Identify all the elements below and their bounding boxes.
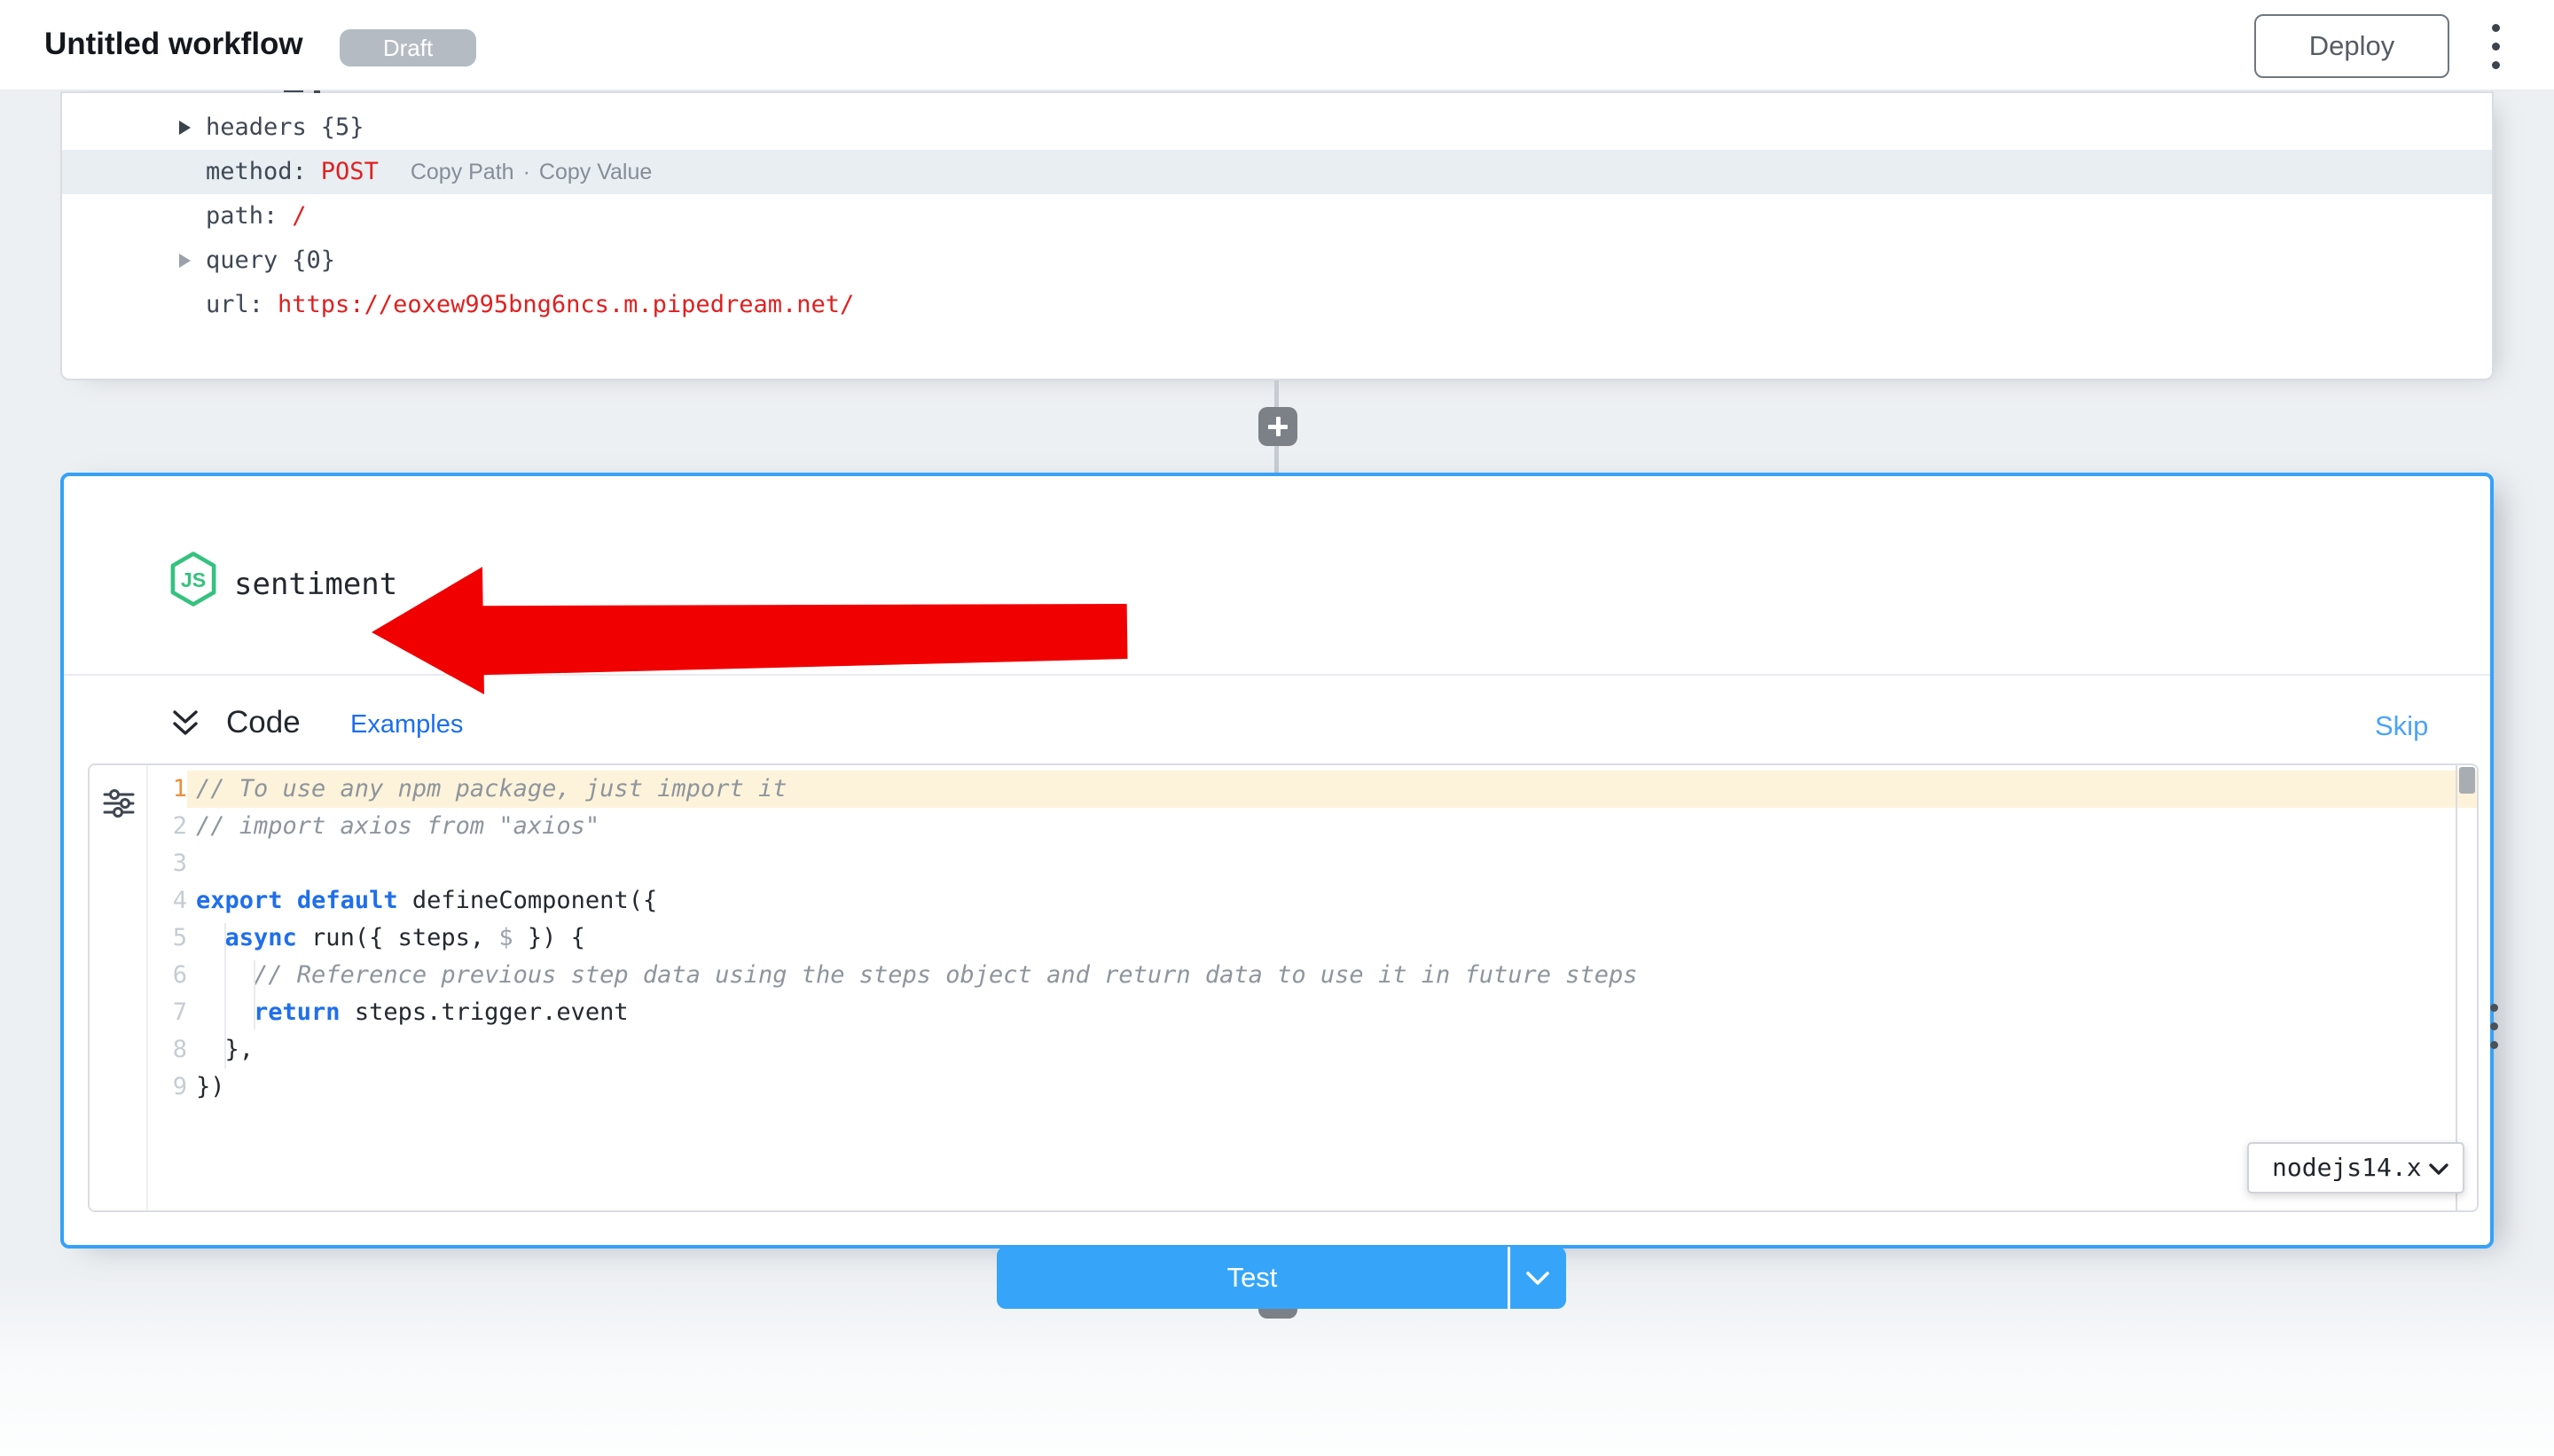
divider [1508,1247,1510,1309]
expand-arrow-icon[interactable] [179,254,191,268]
line-number: 5 [148,920,187,957]
runtime-select[interactable]: nodejs14.x [2247,1142,2464,1194]
code-text: export default defineComponent({ [187,882,2477,920]
scrollbar-thumb[interactable] [2459,767,2475,794]
copy-value-action[interactable]: Copy Value [539,160,652,184]
line-number: 1 [148,771,187,808]
event-tree-row[interactable]: path: / [62,194,2492,239]
event-children-count: {0} [292,247,335,274]
event-tree-row[interactable]: method: POST Copy Path · Copy Value [62,150,2492,194]
code-editor[interactable]: 1// To use any npm package, just import … [88,763,2479,1212]
indent-guide [254,960,255,1029]
code-line[interactable]: 6 // Reference previous step data using … [148,957,2477,994]
trigger-result-panel: headers {5} method: POST Copy Path · Copy Valu… [60,91,2494,380]
deploy-button[interactable]: Deploy [2254,14,2449,78]
code-line[interactable]: 2// import axios from "axios" [148,808,2477,845]
line-number: 2 [148,808,187,845]
event-children-count: {5} [321,114,364,141]
code-line[interactable]: 8 }, [148,1031,2477,1069]
test-options-chevron-icon[interactable] [1525,1271,1550,1287]
separator: · [523,160,530,184]
test-button[interactable]: Test [997,1247,1566,1309]
code-line[interactable]: 4export default defineComponent({ [148,882,2477,920]
event-key: method: [206,158,307,185]
divider [64,674,2490,676]
more-options-icon[interactable] [2480,23,2511,69]
code-line[interactable]: 7 return steps.trigger.event [148,994,2477,1031]
code-text: // To use any npm package, just import i… [187,771,2477,808]
step-title[interactable]: sentiment [234,567,397,602]
collapse-chevrons-icon[interactable] [168,707,202,740]
skip-link[interactable]: Skip [2375,710,2428,742]
code-line[interactable]: 9}) [148,1069,2477,1106]
event-key: query [206,247,278,274]
code-text: async run({ steps, $ }) { [187,920,2477,957]
nodejs-icon: JS [167,551,220,607]
event-tree-row[interactable]: query {0} [62,239,2492,283]
code-line[interactable]: 3 [148,845,2477,882]
event-key: headers [206,114,307,141]
copy-path-action[interactable]: Copy Path [411,160,514,184]
code-lines: 1// To use any npm package, just import … [148,771,2477,1106]
code-line[interactable]: 5 async run({ steps, $ }) { [148,920,2477,957]
chevron-down-icon [2429,1163,2448,1176]
line-number: 6 [148,957,187,994]
event-tree-row[interactable]: headers {5} [62,106,2492,150]
pipedream-workflow-editor: Untitled workflow Draft Deploy headers {5… [0,0,2554,1456]
code-section-label: Code [226,705,301,740]
line-number: 9 [148,1069,187,1106]
editor-settings-icon[interactable] [101,787,137,820]
event-value: POST [321,158,379,185]
examples-link[interactable]: Examples [350,710,463,740]
event-tree: headers {5} method: POST Copy Path · Copy Valu… [62,106,2492,327]
code-text: return steps.trigger.event [187,994,2477,1031]
event-value: https://eoxew995bng6ncs.m.pipedream.net/ [278,291,854,318]
copy-actions: Copy Path · Copy Value [411,160,652,184]
svg-text:JS: JS [181,568,206,591]
header-bar: Untitled workflow Draft Deploy [0,0,2554,90]
editor-gutter [90,765,148,1210]
event-key: url: [206,291,263,318]
code-text: }, [187,1031,2477,1069]
line-number: 8 [148,1031,187,1069]
code-line[interactable]: 1// To use any npm package, just import … [148,771,2477,808]
code-text: }) [187,1069,2477,1106]
event-tree-row[interactable]: url: https://eoxew995bng6ncs.m.pipedream.… [62,283,2492,327]
event-key: path: [206,202,278,230]
event-value: / [292,202,306,230]
step-card-sentiment: JS sentiment Code Examples Skip [60,473,2494,1249]
runtime-value: nodejs14.x [2272,1144,2422,1192]
indent-guide [224,923,226,1069]
add-step-button[interactable] [1258,407,1297,446]
step-options-icon[interactable] [2478,1003,2510,1049]
workflow-title: Untitled workflow [44,27,303,62]
line-number: 4 [148,882,187,920]
line-number: 7 [148,994,187,1031]
status-badge: Draft [340,29,476,67]
test-button-label[interactable]: Test [997,1247,1508,1309]
workflow-canvas: headers {5} method: POST Copy Path · Copy Valu… [0,90,2554,1456]
expand-arrow-icon[interactable] [179,121,191,135]
line-number: 3 [148,845,187,882]
code-text: // Reference previous step data using th… [187,957,2477,994]
code-text: // import axios from "axios" [187,808,2477,845]
step-header: JS sentiment [64,476,2490,674]
code-text [187,845,2477,882]
